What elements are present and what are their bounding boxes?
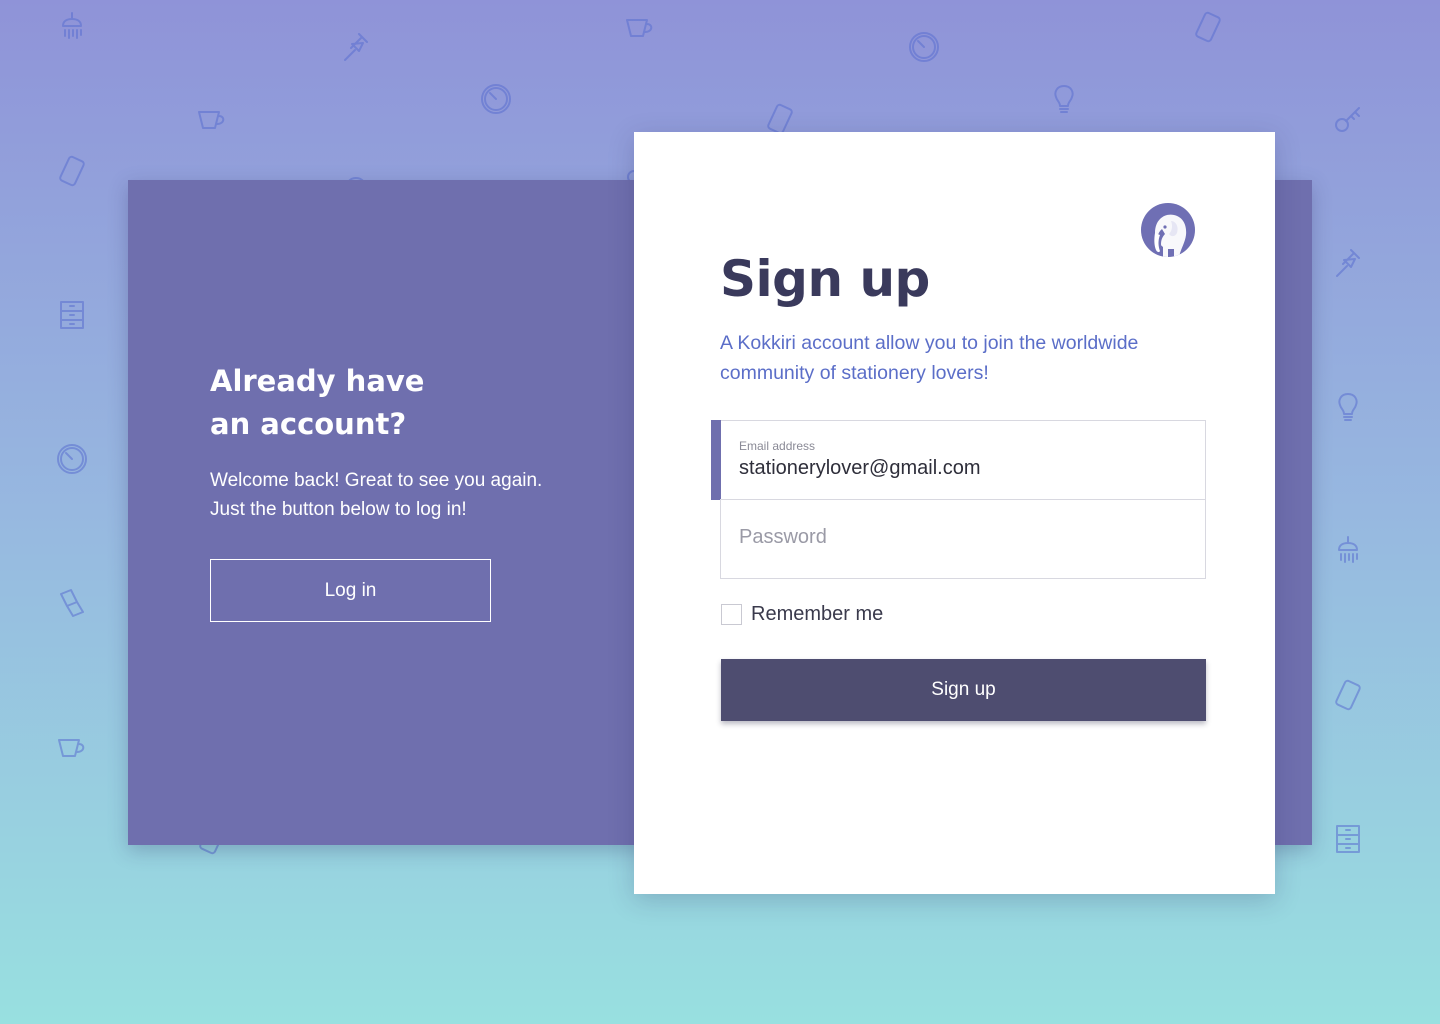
login-title-line-1: Already have: [210, 364, 425, 398]
key-icon: [1335, 107, 1360, 132]
email-field-focus-bar: [711, 420, 721, 500]
lightbulb-icon: [1338, 393, 1358, 421]
teacup-icon: [198, 111, 225, 129]
clock-icon: [909, 32, 939, 62]
email-field[interactable]: Email address: [711, 420, 1206, 500]
elephant-icon: [1141, 203, 1195, 257]
signup-card: Sign up A Kokkiri account allow you to j…: [634, 132, 1275, 894]
signup-subtitle: A Kokkiri account allow you to join the …: [720, 332, 1139, 384]
shower-icon: [62, 12, 82, 39]
teacup-icon: [626, 19, 653, 37]
phone-icon: [1195, 11, 1221, 43]
remember-me-label[interactable]: Remember me: [751, 603, 883, 626]
signup-button[interactable]: Sign up: [721, 659, 1206, 721]
password-field[interactable]: [720, 499, 1206, 579]
email-input[interactable]: [739, 457, 1187, 480]
phone-icon: [1335, 679, 1361, 711]
garden-tools-icon: [1336, 249, 1360, 277]
email-label: Email address: [739, 439, 816, 453]
login-panel-title: Already have an account?: [210, 360, 530, 446]
password-input[interactable]: [739, 526, 1187, 549]
phone-icon: [59, 155, 85, 187]
phone-icon: [767, 103, 793, 135]
drawer-cabinet-icon: [60, 301, 84, 329]
clock-icon: [481, 84, 511, 114]
shower-icon: [1338, 536, 1358, 563]
remember-me-checkbox[interactable]: [721, 604, 742, 625]
chair-icon: [60, 589, 84, 617]
login-button[interactable]: Log in: [210, 559, 491, 622]
lightbulb-icon: [1054, 85, 1074, 113]
signup-title: Sign up: [720, 250, 930, 308]
remember-me[interactable]: Remember me: [721, 603, 883, 626]
login-title-line-2: an account?: [210, 407, 407, 441]
login-welcome-text: Welcome back! Great to see you again. Ju…: [210, 470, 543, 520]
drawer-cabinet-icon: [1336, 825, 1360, 853]
garden-tools-icon: [344, 33, 368, 61]
clock-icon: [57, 444, 87, 474]
teacup-icon: [58, 739, 85, 757]
